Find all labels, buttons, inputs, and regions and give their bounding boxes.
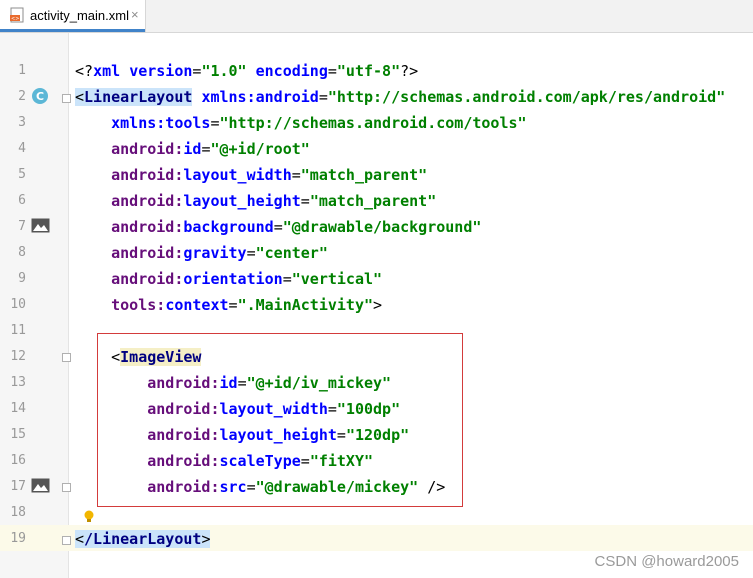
close-tab-icon[interactable]: × [131, 7, 139, 22]
line-number: 1 [18, 63, 26, 78]
fold-marker[interactable] [62, 353, 71, 362]
linearlayout-open-tag: <LinearLayout [75, 88, 193, 106]
code-line-3: xmlns:tools="http://schemas.android.com/… [111, 114, 527, 132]
line-number: 16 [10, 453, 26, 468]
linearlayout-close-tag: </LinearLayout> [75, 530, 211, 548]
code-line-8: android:gravity="center" [111, 244, 328, 262]
svg-text:C: C [36, 90, 44, 103]
line-number: 14 [10, 401, 26, 416]
line-number: 3 [18, 115, 26, 130]
line-number: 10 [10, 297, 26, 312]
line-number: 19 [10, 531, 26, 546]
line-number: 18 [10, 505, 26, 520]
tab-label: activity_main.xml [30, 8, 129, 23]
line-number: 9 [18, 271, 26, 286]
image-preview-icon[interactable] [31, 218, 50, 233]
watermark: CSDN @howard2005 [594, 553, 739, 570]
imageview-highlight-box [97, 333, 463, 507]
code-line-2: <LinearLayout xmlns:android="http://sche… [75, 88, 726, 106]
line-number: 15 [10, 427, 26, 442]
code-line-19: </LinearLayout> [75, 526, 211, 552]
editor-tab-bar: <> activity_main.xml × [0, 0, 753, 33]
code-line-4: android:id="@+id/root" [111, 140, 310, 158]
line-number: 12 [10, 349, 26, 364]
line-number: 4 [18, 141, 26, 156]
xml-file-icon: <> [10, 7, 24, 23]
fold-marker[interactable] [62, 94, 71, 103]
code-line-1: <?xml version="1.0" encoding="utf-8"?> [75, 62, 419, 80]
line-number: 5 [18, 167, 26, 182]
line-number: 17 [10, 479, 26, 494]
code-line-10: tools:context=".MainActivity"> [111, 296, 383, 314]
code-line-7: android:background="@drawable/background… [111, 218, 482, 236]
code-line-9: android:orientation="vertical" [111, 270, 383, 288]
code-line-5: android:layout_width="match_parent" [111, 166, 428, 184]
fold-marker[interactable] [62, 483, 71, 492]
line-number: 2 [18, 89, 26, 104]
line-number: 13 [10, 375, 26, 390]
class-reference-icon[interactable]: C [31, 87, 49, 105]
code-line-6: android:layout_height="match_parent" [111, 192, 437, 210]
line-number: 11 [10, 323, 26, 338]
tab-activity-main[interactable]: <> activity_main.xml × [0, 0, 146, 32]
line-number: 8 [18, 245, 26, 260]
svg-text:<>: <> [11, 16, 19, 22]
line-number: 6 [18, 193, 26, 208]
line-number: 7 [18, 219, 26, 234]
lightbulb-icon[interactable] [83, 510, 95, 524]
image-preview-icon[interactable] [31, 478, 50, 493]
fold-marker[interactable] [62, 536, 71, 545]
